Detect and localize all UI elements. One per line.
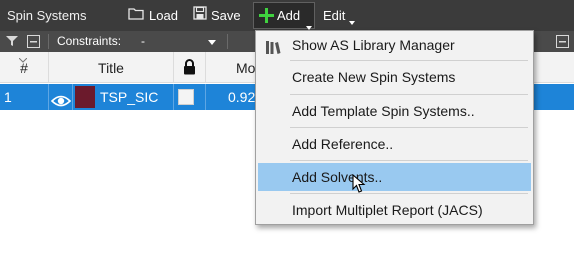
library-icon [265, 37, 281, 65]
menu-item-add-reference[interactable]: Add Reference.. [258, 130, 531, 158]
constraints-dropdown-icon[interactable] [208, 39, 216, 45]
collapse-icon[interactable] [27, 35, 40, 48]
menu-separator [290, 60, 528, 61]
edit-button[interactable]: Edit [323, 0, 356, 31]
add-button[interactable]: Add [253, 2, 315, 30]
checkbox[interactable] [178, 89, 194, 105]
plus-icon [259, 8, 274, 26]
save-label: Save [211, 8, 241, 23]
menu-item-label: Show AS Library Manager [292, 37, 455, 53]
menu-item-label: Create New Spin Systems [292, 69, 456, 85]
column-header-lock[interactable] [174, 52, 206, 82]
menu-item-label: Add Solvents.. [292, 169, 383, 185]
menu-separator [290, 127, 528, 128]
menu-item-add-solvents[interactable]: Add Solvents.. [258, 163, 531, 191]
menu-item-add-template-spin-systems[interactable]: Add Template Spin Systems.. [258, 97, 531, 125]
edit-label: Edit [323, 8, 346, 23]
add-label: Add [277, 8, 301, 23]
sort-indicator-icon [18, 52, 28, 63]
row-title: TSP_SIC [97, 84, 174, 110]
divider [48, 34, 49, 49]
menu-separator [290, 160, 528, 161]
load-label: Load [149, 8, 178, 23]
lock-icon [183, 59, 196, 78]
folder-icon [128, 0, 145, 31]
visibility-toggle[interactable] [49, 84, 73, 110]
filter-icon[interactable] [6, 35, 18, 48]
row-index: 1 [0, 84, 49, 110]
save-button[interactable]: Save [193, 0, 241, 31]
menu-item-create-new-spin-systems[interactable]: Create New Spin Systems [258, 63, 531, 91]
menu-separator [290, 193, 528, 194]
floppy-disk-icon [193, 0, 207, 31]
divider [227, 34, 228, 49]
column-header-title[interactable]: Title [49, 52, 174, 82]
menu-item-label: Add Reference.. [292, 136, 394, 152]
menu-item-import-multiplet-report[interactable]: Import Multiplet Report (JACS) [258, 196, 531, 224]
eye-icon [50, 90, 72, 116]
color-swatch[interactable] [75, 86, 95, 108]
menu-item-label: Import Multiplet Report (JACS) [292, 202, 483, 218]
constraints-value[interactable]: - [141, 31, 145, 52]
lock-checkbox[interactable] [174, 84, 206, 110]
panel-title: Spin Systems [7, 8, 87, 23]
menu-item-show-library-manager[interactable]: Show AS Library Manager [258, 31, 531, 59]
load-button[interactable]: Load [128, 0, 178, 31]
mouse-cursor-icon [352, 173, 366, 197]
collapse-icon[interactable] [556, 35, 569, 48]
constraints-label: Constraints: [57, 34, 122, 48]
menu-item-label: Add Template Spin Systems.. [292, 103, 475, 119]
menu-separator [290, 94, 528, 95]
add-dropdown-menu: Show AS Library Manager Create New Spin … [255, 30, 534, 225]
main-toolbar: Spin Systems Load Save Add Edit [0, 0, 574, 31]
